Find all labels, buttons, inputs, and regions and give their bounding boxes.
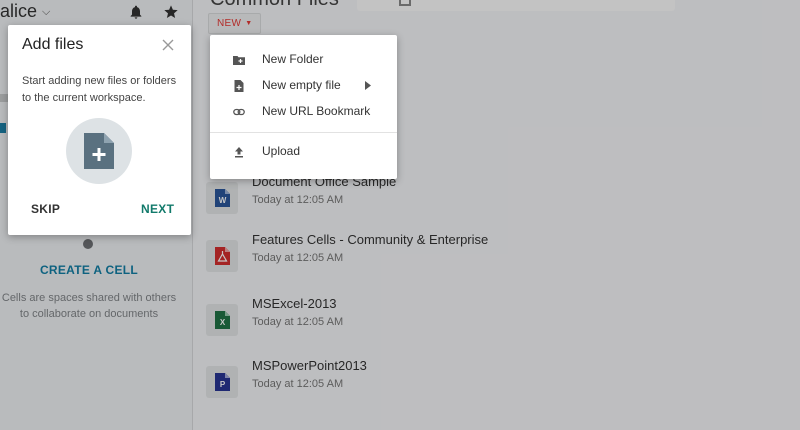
menu-item-new-url-bookmark[interactable]: New URL Bookmark [210,99,397,125]
menu-item-label: New Folder [262,52,324,66]
menu-item-upload[interactable]: Upload [210,139,397,165]
skip-button[interactable]: SKIP [31,202,60,216]
menu-item-new-folder[interactable]: New Folder [210,47,397,73]
menu-item-label: New URL Bookmark [262,104,371,118]
new-menu: New Folder New empty file New URL Bookma… [210,35,397,179]
upload-icon [235,147,243,158]
menu-item-label: New empty file [262,78,341,92]
close-icon[interactable] [161,38,175,52]
add-files-card: Add files Start adding new files or fold… [8,25,191,235]
file-plus-icon [84,133,114,169]
card-description: Start adding new files or folders to the… [22,75,177,104]
card-title: Add files [22,36,84,53]
chevron-right-icon [365,81,371,90]
next-button[interactable]: NEXT [141,202,174,216]
link-icon [233,108,245,116]
file-plus-icon [234,80,244,92]
file-add-illustration [66,118,132,184]
menu-item-new-empty-file[interactable]: New empty file [210,73,397,99]
menu-divider [210,132,397,133]
menu-item-label: Upload [262,144,301,158]
folder-plus-icon [233,56,245,65]
